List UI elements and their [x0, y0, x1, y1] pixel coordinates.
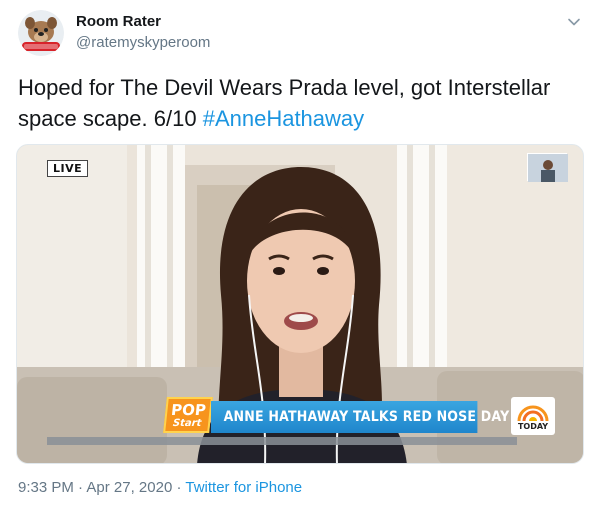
dog-avatar-icon [18, 10, 64, 56]
lower-third-graphic: POP Start ANNE HATHAWAY TALKS RED NOSE D… [163, 397, 509, 433]
tweet-source-link[interactable]: Twitter for iPhone [185, 479, 302, 496]
ticker-bar [47, 437, 517, 445]
meta-separator: · [78, 479, 84, 496]
pop-logo-top: POP [170, 400, 207, 419]
display-name[interactable]: Room Rater [76, 12, 210, 32]
headline-banner: ANNE HATHAWAY TALKS RED NOSE DAY [211, 401, 509, 433]
hashtag-link[interactable]: #AnneHathaway [203, 106, 364, 131]
tweet-media-image[interactable]: LIVE POP Start ANNE HATHAWAY TALKS RED N… [16, 144, 584, 464]
tweet-meta: 9:33 PM · Apr 27, 2020 · Twitter for iPh… [18, 478, 302, 498]
today-network-logo: TODAY [511, 397, 555, 435]
meta-separator-2: · [176, 479, 182, 496]
pop-start-logo: POP Start [163, 397, 213, 433]
avatar[interactable] [18, 10, 64, 56]
picture-in-picture-thumbnail [527, 153, 568, 182]
tweet-time[interactable]: 9:33 PM [18, 479, 74, 496]
live-badge: LIVE [47, 160, 89, 177]
tweet-text: Hoped for The Devil Wears Prada level, g… [18, 72, 583, 134]
chevron-down-icon[interactable] [566, 14, 582, 30]
tweet-date[interactable]: Apr 27, 2020 [86, 479, 172, 496]
author-block[interactable]: Room Rater @ratemyskyperoom [76, 12, 210, 53]
pop-logo-bottom: Start [172, 417, 202, 429]
tweet-card: Room Rater @ratemyskyperoom Hoped for Th… [0, 0, 600, 511]
sunrise-icon [517, 405, 549, 422]
today-wordmark: TODAY [517, 422, 549, 431]
user-handle[interactable]: @ratemyskyperoom [76, 33, 210, 53]
